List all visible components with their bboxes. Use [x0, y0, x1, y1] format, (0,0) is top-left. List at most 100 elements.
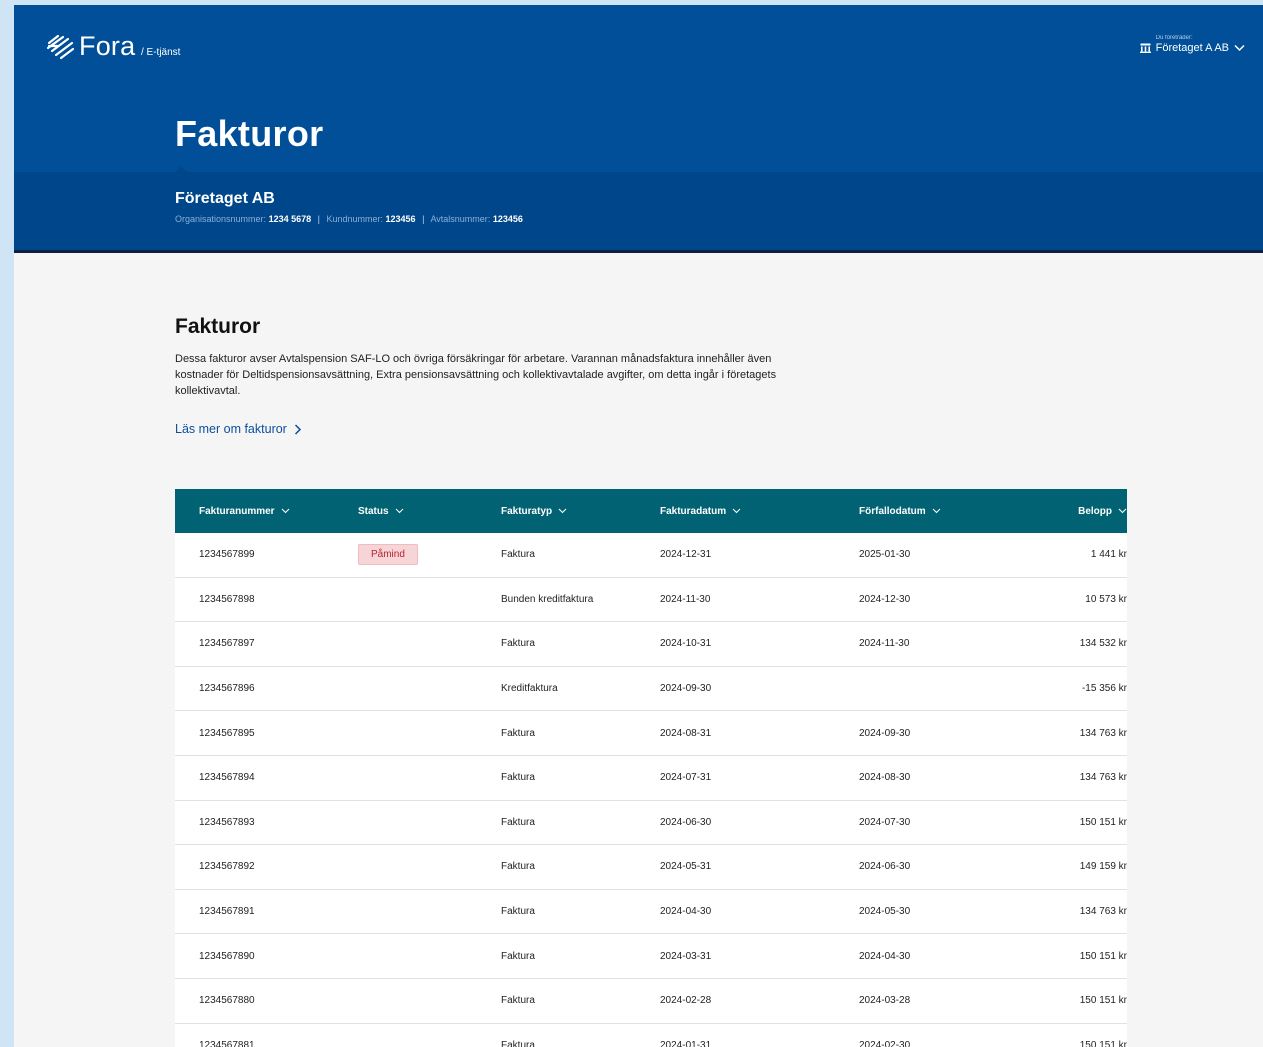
table-row[interactable]: 1234567881 Faktura 2024-01-31 2024-02-30 150… — [175, 1023, 1127, 1047]
company-switcher[interactable]: Du företräder: Företaget A AB — [1139, 35, 1245, 54]
amount-cell: -15 356 kr — [1081, 683, 1127, 695]
table-row[interactable]: 1234567896 Kreditfaktura 2024-09-30 -15 356… — [175, 666, 1127, 712]
due-date-cell: 2024-04-30 — [859, 950, 911, 962]
invoice-type-cell: Faktura — [501, 638, 535, 650]
column-header-status[interactable]: Status — [358, 506, 501, 517]
amount-cell: 134 763 kr — [1079, 772, 1127, 784]
invoice-date-cell: 2024-05-31 — [660, 861, 712, 873]
separator: | — [317, 214, 320, 224]
table-row[interactable]: 1234567895 Faktura 2024-08-31 2024-09-30 134… — [175, 711, 1127, 756]
intro-text: Dessa fakturor avser Avtalspension SAF-L… — [175, 353, 777, 397]
sort-chevron-icon — [732, 508, 741, 514]
invoice-number-cell: 1234567899 — [199, 549, 255, 561]
invoice-date-cell: 2024-06-30 — [660, 816, 712, 828]
amount-cell: 134 763 kr — [1079, 727, 1127, 739]
invoice-number-cell: 1234567891 — [199, 906, 255, 918]
invoice-number-cell: 1234567898 — [199, 593, 255, 605]
status-cell: Påmind — [358, 544, 501, 566]
invoice-date-cell: 2024-09-30 — [660, 683, 712, 695]
table-row[interactable]: 1234567892 Faktura 2024-05-31 2024-06-30 149… — [175, 845, 1127, 890]
table-row[interactable]: 1234567899 Påmind Faktura 2024-12-31 2025-01… — [175, 533, 1127, 578]
company-switcher-button[interactable]: Företaget A AB — [1139, 42, 1245, 54]
invoice-type-cell: Kreditfaktura — [501, 683, 558, 695]
column-header-invoice-date[interactable]: Fakturadatum — [660, 506, 859, 517]
invoice-date-cell: 2024-01-31 — [660, 1039, 712, 1047]
amount-cell: 150 151 kr — [1079, 950, 1127, 962]
company-info-bar: Företaget AB Organisationsnummer: 1234 5… — [14, 166, 1263, 253]
column-header-label: Fakturatyp — [501, 505, 553, 517]
due-date-cell: 2024-07-30 — [859, 816, 911, 828]
table-header: Fakturanummer Status Fakturatyp Fakturad… — [175, 489, 1127, 533]
column-header-label: Belopp — [1078, 505, 1112, 517]
fora-logo-mark-icon — [46, 34, 75, 59]
column-header-label: Förfallodatum — [859, 505, 926, 517]
represent-label: Du företräder: — [1155, 35, 1193, 41]
logo-text: Fora — [79, 31, 136, 61]
table-row[interactable]: 1234567897 Faktura 2024-10-31 2024-11-30 134… — [175, 622, 1127, 667]
amount-cell: 149 159 kr — [1079, 861, 1127, 873]
invoice-date-cell: 2024-08-31 — [660, 727, 712, 739]
invoice-number-cell: 1234567880 — [199, 995, 255, 1007]
fora-logo[interactable]: Fora — [46, 31, 135, 62]
invoice-number-cell: 1234567896 — [199, 683, 255, 695]
table-row[interactable]: 1234567891 Faktura 2024-04-30 2024-05-30 134… — [175, 889, 1127, 935]
table-row[interactable]: 1234567880 Faktura 2024-02-28 2024-03-28 150… — [175, 978, 1127, 1024]
table-row[interactable]: 1234567890 Faktura 2024-03-31 2024-04-30 150… — [175, 934, 1127, 979]
amount-cell: 134 532 kr — [1079, 638, 1127, 650]
invoice-type-cell: Faktura — [501, 549, 535, 561]
invoice-number-cell: 1234567881 — [199, 1039, 255, 1047]
invoice-date-cell: 2024-11-30 — [660, 593, 711, 605]
column-header-amount[interactable]: Belopp — [1027, 506, 1127, 517]
read-more-label: Läs mer om fakturor — [175, 422, 287, 436]
column-header-label: Fakturanummer — [199, 505, 275, 517]
page-title: Fakturor — [175, 113, 324, 154]
table-row[interactable]: 1234567898 Bunden kreditfaktura 2024-11-30… — [175, 577, 1127, 623]
invoice-number-cell: 1234567893 — [199, 816, 255, 828]
column-header-due-date[interactable]: Förfallodatum — [859, 506, 1027, 517]
chevron-down-icon — [1234, 44, 1245, 52]
amount-cell: 150 151 kr — [1079, 1039, 1127, 1047]
sort-chevron-icon — [281, 508, 289, 514]
breadcrumb[interactable]: / E-tjänst — [141, 47, 180, 58]
invoice-type-cell: Faktura — [501, 816, 535, 828]
chevron-right-icon — [294, 423, 301, 435]
invoice-number-cell: 1234567892 — [199, 861, 255, 873]
due-date-cell: 2024-12-30 — [859, 593, 911, 605]
amount-cell: 134 763 kr — [1079, 906, 1127, 918]
invoice-type-cell: Faktura — [501, 1039, 535, 1047]
amount-cell: 150 151 kr — [1079, 816, 1127, 828]
section-title: Fakturor — [175, 315, 261, 338]
column-header-invoice-type[interactable]: Fakturatyp — [501, 506, 660, 517]
invoice-date-cell: 2024-02-28 — [660, 995, 712, 1007]
sort-chevron-icon — [395, 508, 403, 514]
read-more-link[interactable]: Läs mer om fakturor — [175, 422, 302, 436]
customer-number-value: 123456 — [385, 214, 416, 224]
table-row[interactable]: 1234567894 Faktura 2024-07-31 2024-08-30 134… — [175, 755, 1127, 801]
table-row[interactable]: 1234567893 Faktura 2024-06-30 2024-07-30 150… — [175, 800, 1127, 846]
due-date-cell: 2024-02-30 — [859, 1039, 911, 1047]
sort-chevron-icon — [558, 508, 567, 514]
invoice-number-cell: 1234567894 — [199, 772, 255, 784]
invoice-type-cell: Faktura — [501, 861, 535, 873]
table-body: 1234567899 Påmind Faktura 2024-12-31 2025-01… — [175, 533, 1127, 1047]
invoice-date-cell: 2024-04-30 — [660, 906, 712, 918]
invoice-date-cell: 2024-07-31 — [660, 772, 712, 784]
amount-cell: 1 441 kr — [1090, 549, 1127, 561]
amount-cell: 150 151 kr — [1079, 995, 1127, 1007]
due-date-cell: 2024-08-30 — [859, 772, 911, 784]
invoice-number-cell: 1234567895 — [199, 727, 255, 739]
invoice-table: Fakturanummer Status Fakturatyp Fakturad… — [175, 489, 1127, 1047]
represent-company: Företaget A AB — [1155, 42, 1229, 54]
sort-chevron-icon — [932, 508, 941, 514]
due-date-cell: 2024-03-28 — [859, 995, 911, 1007]
agreement-number-value: 123456 — [492, 214, 523, 224]
invoice-type-cell: Bunden kreditfaktura — [501, 593, 594, 605]
column-header-invoice-number[interactable]: Fakturanummer — [175, 506, 358, 517]
building-icon — [1139, 43, 1151, 53]
due-date-cell: 2024-06-30 — [859, 861, 911, 873]
due-date-cell: 2024-09-30 — [859, 727, 911, 739]
invoice-type-cell: Faktura — [501, 906, 535, 918]
due-date-cell: 2024-05-30 — [859, 906, 911, 918]
app-frame: Fora / E-tjänst Du företräder: Företaget… — [14, 5, 1263, 1047]
invoice-date-cell: 2024-12-31 — [660, 549, 712, 561]
